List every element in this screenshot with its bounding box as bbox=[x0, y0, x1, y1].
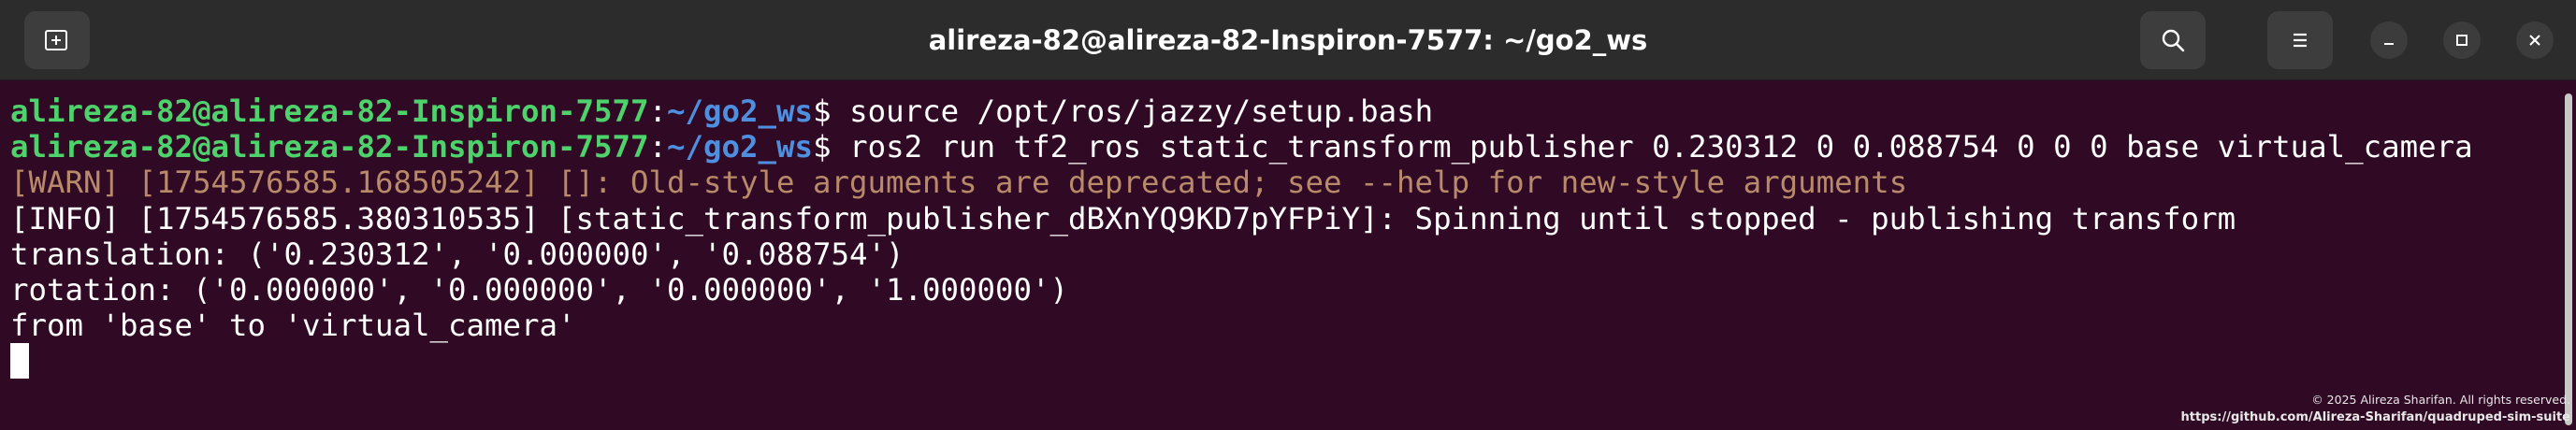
command-line-1: alireza-82@alireza-82-Inspiron-7577:~/go… bbox=[10, 93, 2563, 129]
maximize-button[interactable] bbox=[2443, 22, 2481, 59]
title-bar: alireza-82@alireza-82-Inspiron-7577: ~/g… bbox=[0, 0, 2576, 80]
prompt-path: ~/go2_ws bbox=[667, 93, 814, 129]
warn-output-line: [WARN] [1754576585.168505242] []: Old-st… bbox=[10, 165, 1908, 201]
info-output-line: [INFO] [1754576585.380310535] [static_tr… bbox=[10, 200, 2236, 236]
command-text: source /opt/ros/jazzy/setup.bash bbox=[849, 93, 1434, 129]
search-icon bbox=[2162, 29, 2185, 52]
footer-watermark: © 2025 Alireza Sharifan. All rights rese… bbox=[2181, 393, 2570, 424]
menu-button[interactable] bbox=[2267, 11, 2333, 69]
prompt-user: alireza-82@alireza-82-Inspiron-7577 bbox=[10, 129, 649, 165]
prompt-separator: : bbox=[648, 93, 668, 129]
minimize-icon bbox=[2384, 43, 2394, 45]
close-icon bbox=[2529, 35, 2540, 46]
text-cursor bbox=[10, 343, 29, 380]
terminal-output[interactable]: alireza-82@alireza-82-Inspiron-7577:~/go… bbox=[0, 80, 2563, 430]
prompt-separator: : bbox=[648, 129, 668, 165]
frames-output-line: from 'base' to 'virtual_camera' bbox=[10, 308, 576, 344]
cursor-line bbox=[10, 343, 2563, 380]
prompt-symbol: $ bbox=[813, 129, 850, 165]
copyright-text: © 2025 Alireza Sharifan. All rights rese… bbox=[2311, 393, 2570, 407]
close-button[interactable] bbox=[2516, 22, 2554, 59]
prompt-symbol: $ bbox=[813, 93, 850, 129]
minimize-button[interactable] bbox=[2370, 22, 2408, 59]
rotation-output-line: rotation: ('0.000000', '0.000000', '0.00… bbox=[10, 271, 1069, 308]
maximize-icon bbox=[2456, 35, 2467, 46]
prompt-user: alireza-82@alireza-82-Inspiron-7577 bbox=[10, 93, 649, 129]
command-line-2: alireza-82@alireza-82-Inspiron-7577:~/go… bbox=[10, 129, 2563, 165]
scrollbar[interactable] bbox=[2565, 93, 2572, 425]
hamburger-menu-icon bbox=[2294, 33, 2307, 48]
prompt-path: ~/go2_ws bbox=[667, 129, 814, 165]
command-text: ros2 run tf2_ros static_transform_publis… bbox=[849, 129, 2473, 165]
search-button[interactable] bbox=[2140, 11, 2206, 69]
translation-output-line: translation: ('0.230312', '0.000000', '0… bbox=[10, 236, 904, 272]
repo-url-text: https://github.com/Alireza-Sharifan/quad… bbox=[2180, 410, 2570, 424]
